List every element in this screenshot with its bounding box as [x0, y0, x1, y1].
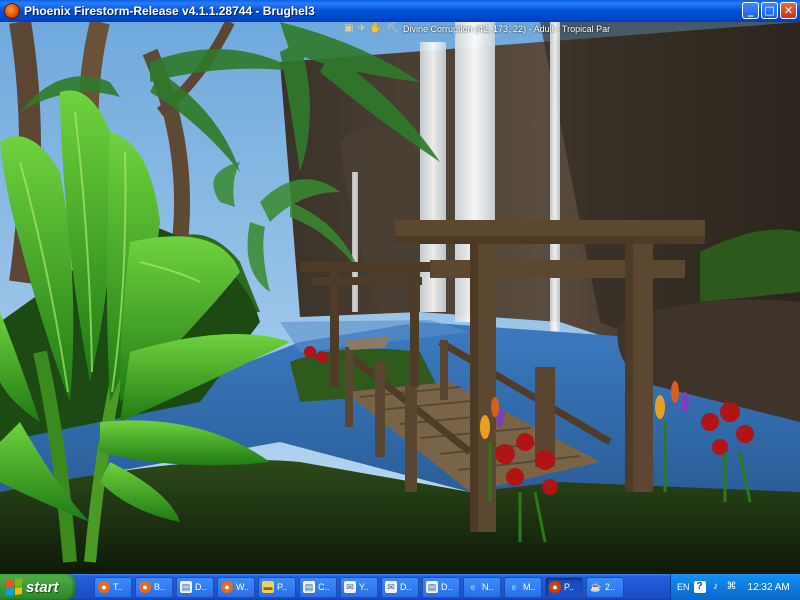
- parcel-location-label[interactable]: Divine Corruption (42, 173, 22) - Adult …: [403, 24, 610, 34]
- document-icon: ▤: [426, 581, 438, 593]
- location-hud: ▣ ✈ ✋ ⛏ Divine Corruption (42, 173, 22) …: [344, 22, 610, 36]
- firefox-icon: ●: [221, 581, 233, 593]
- cup-icon: ☕: [590, 581, 602, 592]
- window-titlebar[interactable]: Phoenix Firestorm-Release v4.1.1.28744 -…: [0, 0, 800, 22]
- system-tray: EN ? ♪ ⌘ 12:32 AM: [670, 574, 800, 600]
- task-label: D..: [195, 582, 207, 592]
- document-icon: ▤: [180, 581, 192, 593]
- taskbar-item-firefox-2[interactable]: ● B..: [135, 576, 173, 598]
- task-label: N..: [482, 582, 494, 592]
- taskbar-item-document-2[interactable]: ▤ C..: [299, 576, 337, 598]
- ie-icon: e: [511, 581, 517, 592]
- firefox-icon: ●: [139, 581, 151, 593]
- language-indicator[interactable]: EN: [677, 582, 690, 592]
- windows-logo-icon: [6, 578, 22, 596]
- taskbar-item-ie-1[interactable]: e N..: [463, 576, 501, 598]
- firefox-icon: ●: [98, 581, 110, 593]
- maximize-button[interactable]: □: [761, 2, 778, 19]
- task-label: 2..: [605, 582, 616, 592]
- network-icon[interactable]: ⌘: [726, 581, 738, 593]
- taskbar-item-ie-2[interactable]: e M..: [504, 576, 542, 598]
- taskbar-item-document-3[interactable]: ▤ D..: [422, 576, 460, 598]
- document-icon: ▤: [303, 581, 315, 593]
- windows-taskbar: start ● T.. ● B.. ▤ D.. ● W.. ▬ P.. ▤ C.…: [0, 574, 800, 600]
- ie-icon: e: [470, 581, 476, 592]
- world-viewport[interactable]: [0, 22, 800, 574]
- task-label: M..: [523, 582, 536, 592]
- taskbar-item-mail-2[interactable]: ✉ D..: [381, 576, 419, 598]
- task-label: W..: [236, 582, 249, 592]
- task-label: B..: [154, 582, 166, 592]
- taskbar-item-cup[interactable]: ☕ 2..: [586, 576, 624, 598]
- phoenix-app-icon: [4, 3, 20, 19]
- help-icon[interactable]: ?: [693, 581, 706, 593]
- task-label: C..: [318, 582, 330, 592]
- taskbar-buttons: ● T.. ● B.. ▤ D.. ● W.. ▬ P.. ▤ C.. ✉ Y.…: [94, 576, 624, 598]
- taskbar-item-document-1[interactable]: ▤ D..: [176, 576, 214, 598]
- no-push-icon: ✋: [369, 23, 383, 34]
- taskbar-item-mail-1[interactable]: ✉ Y..: [340, 576, 378, 598]
- no-build-icon: ⛏: [386, 23, 399, 34]
- clock[interactable]: 12:32 AM: [748, 582, 790, 593]
- task-label: P..: [277, 582, 287, 592]
- phoenix-icon: ●: [549, 581, 561, 593]
- window-controls: _ □ ✕: [742, 2, 797, 19]
- window-title: Phoenix Firestorm-Release v4.1.1.28744 -…: [24, 4, 315, 18]
- taskbar-item-folder[interactable]: ▬ P..: [258, 576, 296, 598]
- taskbar-item-firefox-3[interactable]: ● W..: [217, 576, 255, 598]
- start-label: start: [26, 578, 59, 596]
- folder-icon: ▬: [262, 581, 274, 593]
- volume-icon[interactable]: ♪: [710, 581, 722, 593]
- mail-icon: ✉: [344, 581, 356, 593]
- start-button[interactable]: start: [0, 574, 76, 600]
- no-fly-icon: ✈: [357, 23, 366, 34]
- task-label: D..: [400, 582, 412, 592]
- task-label: T..: [113, 582, 123, 592]
- close-button[interactable]: ✕: [780, 2, 797, 19]
- task-label: P..: [564, 582, 574, 592]
- task-label: Y..: [359, 582, 369, 592]
- taskbar-item-firefox-1[interactable]: ● T..: [94, 576, 132, 598]
- world-render: [0, 22, 800, 574]
- inventory-icon[interactable]: ▣: [344, 24, 353, 34]
- minimize-button[interactable]: _: [742, 2, 759, 19]
- taskbar-item-phoenix[interactable]: ● P..: [545, 576, 583, 598]
- task-label: D..: [441, 582, 453, 592]
- mail-icon: ✉: [385, 581, 397, 593]
